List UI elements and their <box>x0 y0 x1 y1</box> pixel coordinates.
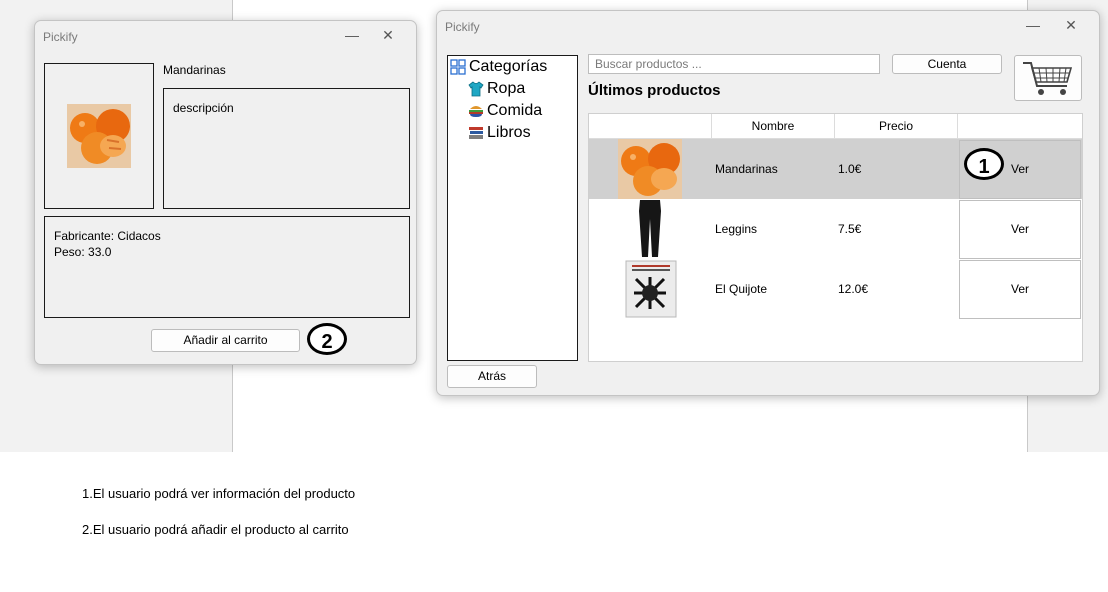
table-header-nombre: Nombre <box>712 114 835 139</box>
shirt-icon <box>468 81 484 97</box>
mandarin-image <box>67 104 131 168</box>
tree-item-libros[interactable]: Libros <box>468 124 531 142</box>
product-name: Mandarinas <box>163 63 226 77</box>
window-title: Pickify <box>43 30 78 44</box>
product-detail-window: Pickify — ✕ Mandarinas descripción Fabri… <box>34 20 417 365</box>
categories-icon <box>450 59 466 75</box>
table-header-image <box>589 114 712 139</box>
note-1: 1.El usuario podrá ver información del p… <box>82 486 356 501</box>
product-price-cell: 7.5€ <box>838 222 862 236</box>
table-header-precio: Precio <box>835 114 958 139</box>
book-image <box>618 259 682 319</box>
account-button[interactable]: Cuenta <box>892 54 1002 74</box>
tree-label: Ropa <box>487 80 526 97</box>
description-text: descripción <box>173 101 234 115</box>
latest-products-title: Últimos productos <box>588 82 721 99</box>
shopping-cart-icon <box>1023 62 1073 95</box>
window-title: Pickify <box>445 20 480 34</box>
books-icon <box>469 127 483 139</box>
product-price-cell: 1.0€ <box>838 162 862 176</box>
tree-item-comida[interactable]: Comida <box>468 102 542 120</box>
title-bar: Pickify — ✕ <box>35 21 416 51</box>
close-icon[interactable]: ✕ <box>374 24 402 46</box>
tree-label: Comida <box>487 102 543 119</box>
marker-2: 2 <box>307 323 347 355</box>
back-button[interactable]: Atrás <box>447 365 537 388</box>
product-name-cell: El Quijote <box>715 282 768 296</box>
mandarin-image <box>618 139 682 199</box>
title-bar: Pickify — ✕ <box>437 11 1099 41</box>
search-input[interactable]: Buscar productos ... <box>588 54 880 74</box>
product-image-frame <box>44 63 154 209</box>
product-name-cell: Mandarinas <box>715 162 778 176</box>
food-icon <box>469 106 483 117</box>
products-table: Nombre Precio Mandarinas 1.0€ Ver Leggin… <box>588 113 1083 362</box>
product-price-cell: 12.0€ <box>838 282 869 296</box>
tree-item-categorias[interactable]: Categorías <box>450 58 547 76</box>
search-placeholder: Buscar productos ... <box>595 57 702 71</box>
view-button[interactable]: Ver <box>959 260 1081 319</box>
add-to-cart-button[interactable]: Añadir al carrito <box>151 329 300 352</box>
tree-item-ropa[interactable]: Ropa <box>468 80 525 98</box>
category-tree <box>447 55 578 361</box>
description-box: descripción <box>163 88 410 209</box>
table-header-action <box>958 114 1082 139</box>
marker-1: 1 <box>964 148 1004 180</box>
minimize-icon[interactable]: — <box>1019 14 1047 36</box>
details-box: Fabricante: Cidacos Peso: 33.0 <box>44 216 410 318</box>
cart-button[interactable] <box>1014 55 1082 101</box>
product-name-cell: Leggins <box>715 222 758 236</box>
tree-label: Categorías <box>469 58 548 75</box>
table-row[interactable]: Leggins 7.5€ Ver <box>589 199 1082 259</box>
view-button[interactable]: Ver <box>959 200 1081 259</box>
manufacturer-text: Fabricante: Cidacos <box>54 229 161 243</box>
note-2: 2.El usuario podrá añadir el producto al… <box>82 522 349 537</box>
table-row[interactable]: Mandarinas 1.0€ Ver <box>589 139 1082 199</box>
minimize-icon[interactable]: — <box>338 24 366 46</box>
weight-text: Peso: 33.0 <box>54 245 112 259</box>
leggings-image <box>618 199 682 259</box>
table-row[interactable]: El Quijote 12.0€ Ver <box>589 259 1082 319</box>
tree-label: Libros <box>487 124 531 141</box>
close-icon[interactable]: ✕ <box>1057 14 1085 36</box>
